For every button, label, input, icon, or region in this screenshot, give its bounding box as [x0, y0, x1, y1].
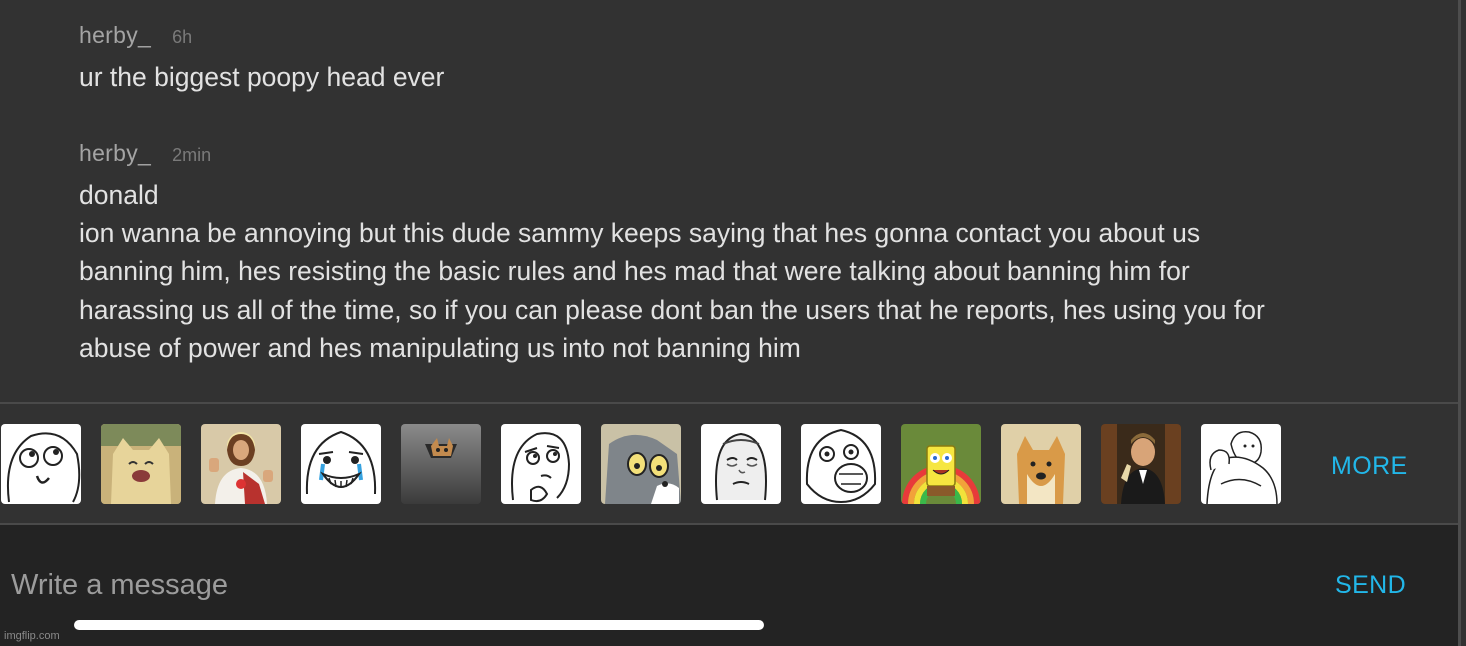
send-button[interactable]: SEND: [1335, 571, 1406, 600]
message-composer: SEND imgflip.com: [0, 525, 1458, 646]
tears-of-joy-rage-icon[interactable]: [301, 424, 381, 504]
message-line: donald: [79, 180, 159, 210]
message-line: abuse of power and hes manipulating us i…: [79, 332, 801, 363]
happy-cat-icon[interactable]: [101, 424, 181, 504]
message-username[interactable]: herby_: [79, 22, 151, 49]
lol-face-icon[interactable]: [801, 424, 881, 504]
leo-laughing-icon[interactable]: [1101, 424, 1181, 504]
sticker-bar: MORE: [0, 404, 1458, 523]
more-stickers-button[interactable]: MORE: [1331, 452, 1408, 481]
rage-derp-icon[interactable]: [1, 424, 81, 504]
message-text: donald ion wanna be annoying but this du…: [79, 176, 1265, 367]
wojak-hug-icon[interactable]: [1201, 424, 1281, 504]
unsettled-tom-icon[interactable]: [601, 424, 681, 504]
message: herby_ 6h ur the biggest poopy head ever: [79, 22, 444, 96]
message-line: banning him, hes resisting the basic rul…: [79, 256, 1190, 287]
message-meta: herby_ 6h: [79, 22, 444, 50]
message-line: harassing us all of the time, so if you …: [79, 294, 1265, 325]
message: herby_ 2min donald ion wanna be annoying…: [79, 140, 1265, 367]
message-meta: herby_ 2min: [79, 140, 1265, 168]
message-username[interactable]: herby_: [79, 140, 151, 167]
watermark: imgflip.com: [4, 630, 60, 642]
panel-border: [1458, 0, 1461, 646]
message-timestamp: 2min: [172, 145, 212, 165]
imagination-spongebob-icon[interactable]: [901, 424, 981, 504]
message-timestamp: 6h: [172, 27, 193, 47]
home-indicator: [74, 620, 764, 630]
message-text: ur the biggest poopy head ever: [79, 58, 444, 96]
thinking-rage-icon[interactable]: [501, 424, 581, 504]
message-line: ion wanna be annoying but this dude samm…: [79, 218, 1201, 249]
message-list: herby_ 6h ur the biggest poopy head ever…: [0, 0, 1458, 402]
message-line: ur the biggest poopy head ever: [79, 62, 445, 92]
buddy-christ-icon[interactable]: [201, 424, 281, 504]
message-input[interactable]: [11, 565, 1011, 605]
okay-guy-icon[interactable]: [701, 424, 781, 504]
doge-icon[interactable]: [1001, 424, 1081, 504]
ceiling-cat-icon[interactable]: [401, 424, 481, 504]
